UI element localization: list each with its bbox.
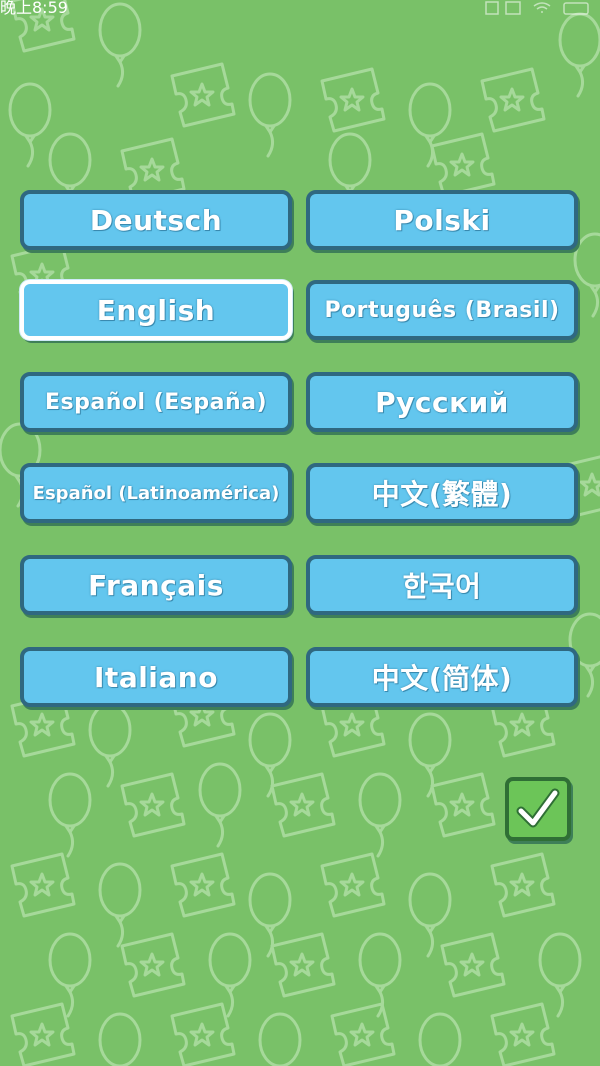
- language-label: 한국어: [402, 570, 482, 603]
- language-button-espanol-latinoamerica[interactable]: Español (Latinoamérica): [20, 463, 292, 523]
- language-button-portugues-brasil[interactable]: Português (Brasil): [306, 280, 578, 340]
- sim-icon: [485, 1, 499, 15]
- language-label: 中文(繁體): [371, 478, 513, 511]
- language-button-francais[interactable]: Français: [20, 555, 292, 615]
- language-button-korean[interactable]: 한국어: [306, 555, 578, 615]
- language-label: Polski: [393, 203, 491, 237]
- language-button-russian[interactable]: Русский: [306, 372, 578, 432]
- language-label: English: [96, 293, 216, 327]
- status-icons: [484, 0, 594, 21]
- language-label: Français: [88, 568, 224, 602]
- language-label: Русский: [375, 385, 509, 419]
- language-button-italiano[interactable]: Italiano: [20, 647, 292, 707]
- language-button-deutsch[interactable]: Deutsch: [20, 190, 292, 250]
- language-label: Deutsch: [89, 203, 223, 237]
- language-label: Português (Brasil): [324, 297, 560, 323]
- checkmark-icon: [516, 788, 560, 828]
- confirm-button[interactable]: [505, 777, 571, 841]
- no-sim-icon: [505, 1, 521, 15]
- language-button-english[interactable]: English: [20, 280, 292, 340]
- status-bar: 晚上8:59: [0, 0, 600, 22]
- language-button-polski[interactable]: Polski: [306, 190, 578, 250]
- language-button-chinese-traditional[interactable]: 中文(繁體): [306, 463, 578, 523]
- language-label: 中文(简体): [371, 662, 513, 695]
- language-label: Español (Latinoamérica): [32, 482, 280, 504]
- status-time: 晚上8:59: [0, 0, 68, 17]
- language-label: Italiano: [94, 660, 218, 694]
- wifi-icon: [533, 2, 551, 13]
- background-pattern: [0, 0, 600, 1066]
- language-button-chinese-simplified[interactable]: 中文(简体): [306, 647, 578, 707]
- language-button-espanol-espana[interactable]: Español (España): [20, 372, 292, 432]
- language-label: Español (España): [44, 389, 268, 415]
- battery-icon: [563, 2, 589, 15]
